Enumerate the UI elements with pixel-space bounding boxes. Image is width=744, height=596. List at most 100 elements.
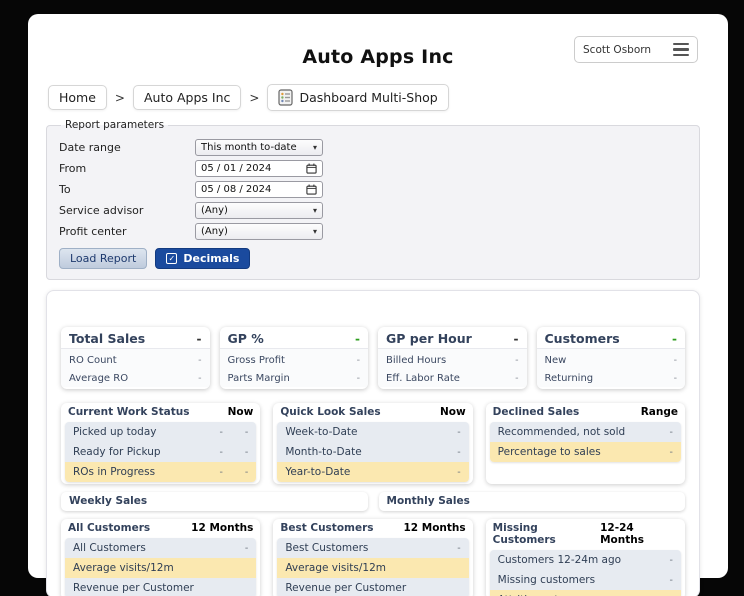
date-range-select[interactable]: This month to-date ▾ [195,139,323,156]
card-title: Total Sales [69,331,146,346]
card-value: - [355,331,360,346]
checkbox-checked-icon: ✓ [166,253,178,264]
metric-row-revenue-per-customer[interactable]: Revenue per Customer [277,578,469,596]
card-value: - [196,331,202,346]
dashboard-report-icon [278,89,294,106]
from-date-field[interactable]: 05 / 01 / 2024 [195,160,323,177]
panel-title: All Customers [68,522,151,534]
panel-title: Best Customers [280,522,374,534]
panel-missing-customers: Missing Customers 12-24 Months Customers… [485,519,685,596]
metric-row-average-visits-12m[interactable]: Average visits/12m [65,558,257,578]
panel-title: Current Work Status [68,406,190,418]
breadcrumb-dashboard[interactable]: Dashboard Multi-Shop [267,84,449,111]
calendar-icon[interactable] [306,184,317,195]
panel-range-label: Range [640,406,678,418]
to-label: To [59,183,71,196]
metric-row-billed-hours[interactable]: Billed Hours - [378,351,527,369]
panel-range-label: 12-24 Months [600,522,644,546]
chevron-down-icon: ▾ [312,143,317,152]
chevron-down-icon: ▾ [312,227,317,236]
card-gp-percent: GP % - Gross Profit - Parts Margin - [219,327,369,389]
metric-row-new-customers[interactable]: New - [537,351,686,369]
metric-row-average-visits-12m[interactable]: Average visits/12m [277,558,469,578]
breadcrumb-company-label: Auto Apps Inc [143,90,231,105]
metric-row-all-customers[interactable]: All Customers - [65,538,257,558]
metric-row-recommended-not-sold[interactable]: Recommended, not sold - [489,422,681,442]
from-label: From [59,162,87,175]
load-report-button[interactable]: Load Report [59,248,148,269]
breadcrumb-home-label: Home [59,90,96,105]
middle-panels-row: Current Work Status Now Picked up today … [61,403,685,484]
panel-range-label: 12 Months [191,522,254,534]
card-total-sales: Total Sales - RO Count - Average RO - [61,327,210,389]
metric-row-month-to-date[interactable]: Month-to-Date - [277,442,469,462]
breadcrumb-separator: > [114,90,125,105]
metric-row-average-ro[interactable]: Average RO - [61,369,210,387]
profit-center-value: (Any) [201,226,228,237]
breadcrumb: Home > Auto Apps Inc > Dashboard Multi-S… [48,84,728,111]
bottom-panels-row: All Customers 12 Months All Customers - … [61,519,685,596]
metric-row-best-customers[interactable]: Best Customers - [277,538,469,558]
card-title: GP % [227,331,264,346]
decimals-label: Decimals [183,252,240,265]
decimals-toggle-button[interactable]: ✓ Decimals [155,248,251,269]
card-gp-per-hour: GP per Hour - Billed Hours - Eff. Labor … [378,327,527,389]
panel-range-label: Now [439,406,466,418]
service-advisor-select[interactable]: (Any) ▾ [195,202,323,219]
metric-row-gross-profit[interactable]: Gross Profit - [220,351,369,369]
card-title: GP per Hour [386,331,472,346]
panel-title: Missing Customers [492,522,556,546]
metric-row-revenue-per-customer[interactable]: Revenue per Customer [65,578,257,596]
user-menu[interactable]: Scott Osborn [574,36,698,63]
metric-row-ros-in-progress[interactable]: ROs in Progress - - [65,462,257,482]
stat-cards-row: Total Sales - RO Count - Average RO - GP… [61,327,685,389]
breadcrumb-dashboard-label: Dashboard Multi-Shop [299,90,438,105]
profit-center-select[interactable]: (Any) ▾ [195,223,323,240]
monthly-sales-header: Monthly Sales [378,492,685,511]
date-range-label: Date range [59,141,121,154]
calendar-icon[interactable] [306,163,317,174]
metric-row-parts-margin[interactable]: Parts Margin - [220,369,369,387]
panel-title: Declined Sales [492,406,580,418]
card-value: - [672,331,677,346]
metric-row-missing-customers[interactable]: Missing customers - [489,570,681,590]
panel-range-label: Now [227,406,254,418]
service-advisor-label: Service advisor [59,204,144,217]
metric-row-returning-customers[interactable]: Returning - [537,369,686,387]
to-date-field[interactable]: 05 / 08 / 2024 [195,181,323,198]
metric-row-attrition-rate[interactable]: Attrition rate - [489,590,681,596]
app-window: Auto Apps Inc Scott Osborn Home > Auto A… [28,14,728,596]
metric-row-week-to-date[interactable]: Week-to-Date - [277,422,469,442]
metric-row-eff-labor-rate[interactable]: Eff. Labor Rate - [378,369,527,387]
breadcrumb-company[interactable]: Auto Apps Inc [132,85,242,110]
dashboard-panel: Total Sales - RO Count - Average RO - GP… [46,290,700,596]
profit-center-label: Profit center [59,225,127,238]
panel-best-customers: Best Customers 12 Months Best Customers … [273,519,473,596]
panel-declined-sales: Declined Sales Range Recommended, not so… [485,403,685,484]
metric-row-percentage-to-sales[interactable]: Percentage to sales - [489,442,681,462]
report-parameters-legend: Report parameters [65,119,165,131]
card-customers: Customers - New - Returning - [536,327,686,389]
user-name: Scott Osborn [583,43,652,56]
hamburger-menu-icon[interactable] [673,42,689,57]
panel-quick-look-sales: Quick Look Sales Now Week-to-Date - Mont… [273,403,473,484]
date-range-value: This month to-date [201,142,297,153]
panel-all-customers: All Customers 12 Months All Customers - … [61,519,261,596]
panel-range-label: 12 Months [403,522,466,534]
report-parameters-section: Report parameters Date range This month … [46,119,700,280]
metric-row-customers-12-24m-ago[interactable]: Customers 12-24m ago - [489,550,681,570]
metric-row-picked-up-today[interactable]: Picked up today - - [65,422,257,442]
from-date-value: 05 / 01 / 2024 [201,163,272,174]
panel-title: Quick Look Sales [280,406,381,418]
weekly-sales-header: Weekly Sales [61,492,368,511]
breadcrumb-separator: > [249,90,260,105]
sales-section-headers: Weekly Sales Monthly Sales [61,492,685,511]
breadcrumb-home[interactable]: Home [48,85,107,110]
card-title: Customers [544,331,620,346]
metric-row-year-to-date[interactable]: Year-to-Date - [277,462,469,482]
panel-current-work-status: Current Work Status Now Picked up today … [61,403,261,484]
service-advisor-value: (Any) [201,205,228,216]
metric-row-ro-count[interactable]: RO Count - [61,351,210,369]
metric-row-ready-for-pickup[interactable]: Ready for Pickup - - [65,442,257,462]
to-date-value: 05 / 08 / 2024 [201,184,272,195]
